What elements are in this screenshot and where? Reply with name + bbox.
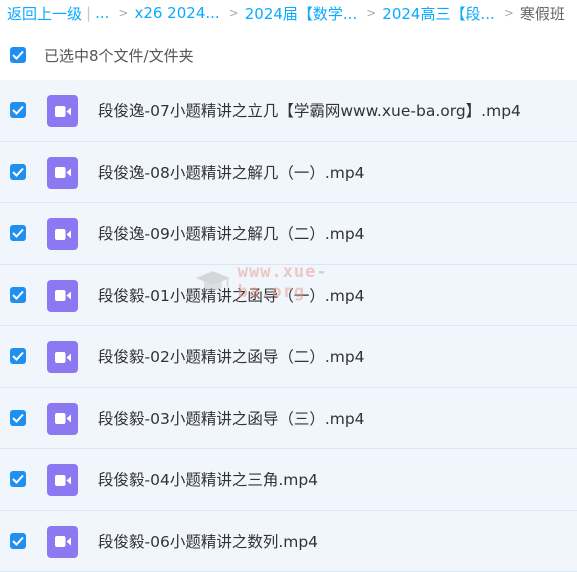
check-icon: [12, 351, 24, 361]
check-icon: [12, 167, 24, 177]
video-file-icon: [47, 280, 78, 312]
file-checkbox[interactable]: [10, 471, 26, 487]
video-file-icon: [47, 95, 78, 127]
video-file-icon: [47, 157, 78, 189]
chevron-right-icon: >: [118, 6, 128, 20]
check-icon: [12, 536, 24, 546]
breadcrumb-item-2[interactable]: 2024届【数学...: [245, 3, 357, 24]
check-icon: [12, 105, 24, 115]
file-name[interactable]: 段俊逸-07小题精讲之立几【学霸网www.xue-ba.org】.mp4: [98, 80, 521, 141]
file-row[interactable]: 段俊逸-07小题精讲之立几【学霸网www.xue-ba.org】.mp4: [0, 80, 577, 142]
selection-header: 已选中8个文件/文件夹: [0, 37, 577, 73]
check-icon: [12, 50, 24, 60]
file-name[interactable]: 段俊逸-09小题精讲之解几（二）.mp4: [98, 203, 365, 264]
file-checkbox[interactable]: [10, 287, 26, 303]
video-file-icon: [47, 526, 78, 558]
file-checkbox[interactable]: [10, 102, 26, 118]
breadcrumb-ellipsis[interactable]: ...: [95, 4, 109, 22]
file-name[interactable]: 段俊毅-01小题精讲之函导（一）.mp4: [98, 265, 365, 326]
breadcrumb-item-3[interactable]: 2024高三【段...: [382, 3, 494, 24]
file-name[interactable]: 段俊毅-02小题精讲之函导（二）.mp4: [98, 326, 365, 387]
check-icon: [12, 228, 24, 238]
file-row[interactable]: 段俊毅-04小题精讲之三角.mp4: [0, 449, 577, 511]
check-icon: [12, 413, 24, 423]
chevron-right-icon: >: [504, 6, 514, 20]
video-file-icon: [47, 464, 78, 496]
chevron-right-icon: >: [366, 6, 376, 20]
file-list: 段俊逸-07小题精讲之立几【学霸网www.xue-ba.org】.mp4 段俊逸…: [0, 80, 577, 572]
file-row[interactable]: 段俊逸-08小题精讲之解几（一）.mp4: [0, 142, 577, 204]
file-name[interactable]: 段俊逸-08小题精讲之解几（一）.mp4: [98, 142, 365, 203]
file-checkbox[interactable]: [10, 225, 26, 241]
check-icon: [12, 474, 24, 484]
breadcrumb-divider: |: [86, 4, 91, 22]
breadcrumb-item-1[interactable]: x26 2024...: [134, 4, 219, 22]
check-icon: [12, 290, 24, 300]
file-name[interactable]: 段俊毅-04小题精讲之三角.mp4: [98, 449, 318, 510]
video-file-icon: [47, 341, 78, 373]
chevron-right-icon: >: [229, 6, 239, 20]
breadcrumb: 返回上一级 | ... > x26 2024... > 2024届【数学... …: [0, 0, 577, 26]
select-all-checkbox[interactable]: [10, 47, 26, 63]
video-file-icon: [47, 218, 78, 250]
file-row[interactable]: 段俊毅-03小题精讲之函导（三）.mp4: [0, 388, 577, 450]
back-link[interactable]: 返回上一级: [0, 3, 82, 24]
file-checkbox[interactable]: [10, 533, 26, 549]
file-checkbox[interactable]: [10, 410, 26, 426]
video-file-icon: [47, 403, 78, 435]
file-name[interactable]: 段俊毅-03小题精讲之函导（三）.mp4: [98, 388, 365, 449]
file-name[interactable]: 段俊毅-06小题精讲之数列.mp4: [98, 511, 318, 572]
file-checkbox[interactable]: [10, 164, 26, 180]
file-row[interactable]: 段俊毅-06小题精讲之数列.mp4: [0, 511, 577, 572]
file-checkbox[interactable]: [10, 348, 26, 364]
file-row[interactable]: 段俊毅-01小题精讲之函导（一）.mp4: [0, 265, 577, 327]
selection-count-text: 已选中8个文件/文件夹: [44, 45, 194, 66]
file-row[interactable]: 段俊逸-09小题精讲之解几（二）.mp4: [0, 203, 577, 265]
file-row[interactable]: 段俊毅-02小题精讲之函导（二）.mp4: [0, 326, 577, 388]
breadcrumb-current: 寒假班: [520, 3, 565, 24]
